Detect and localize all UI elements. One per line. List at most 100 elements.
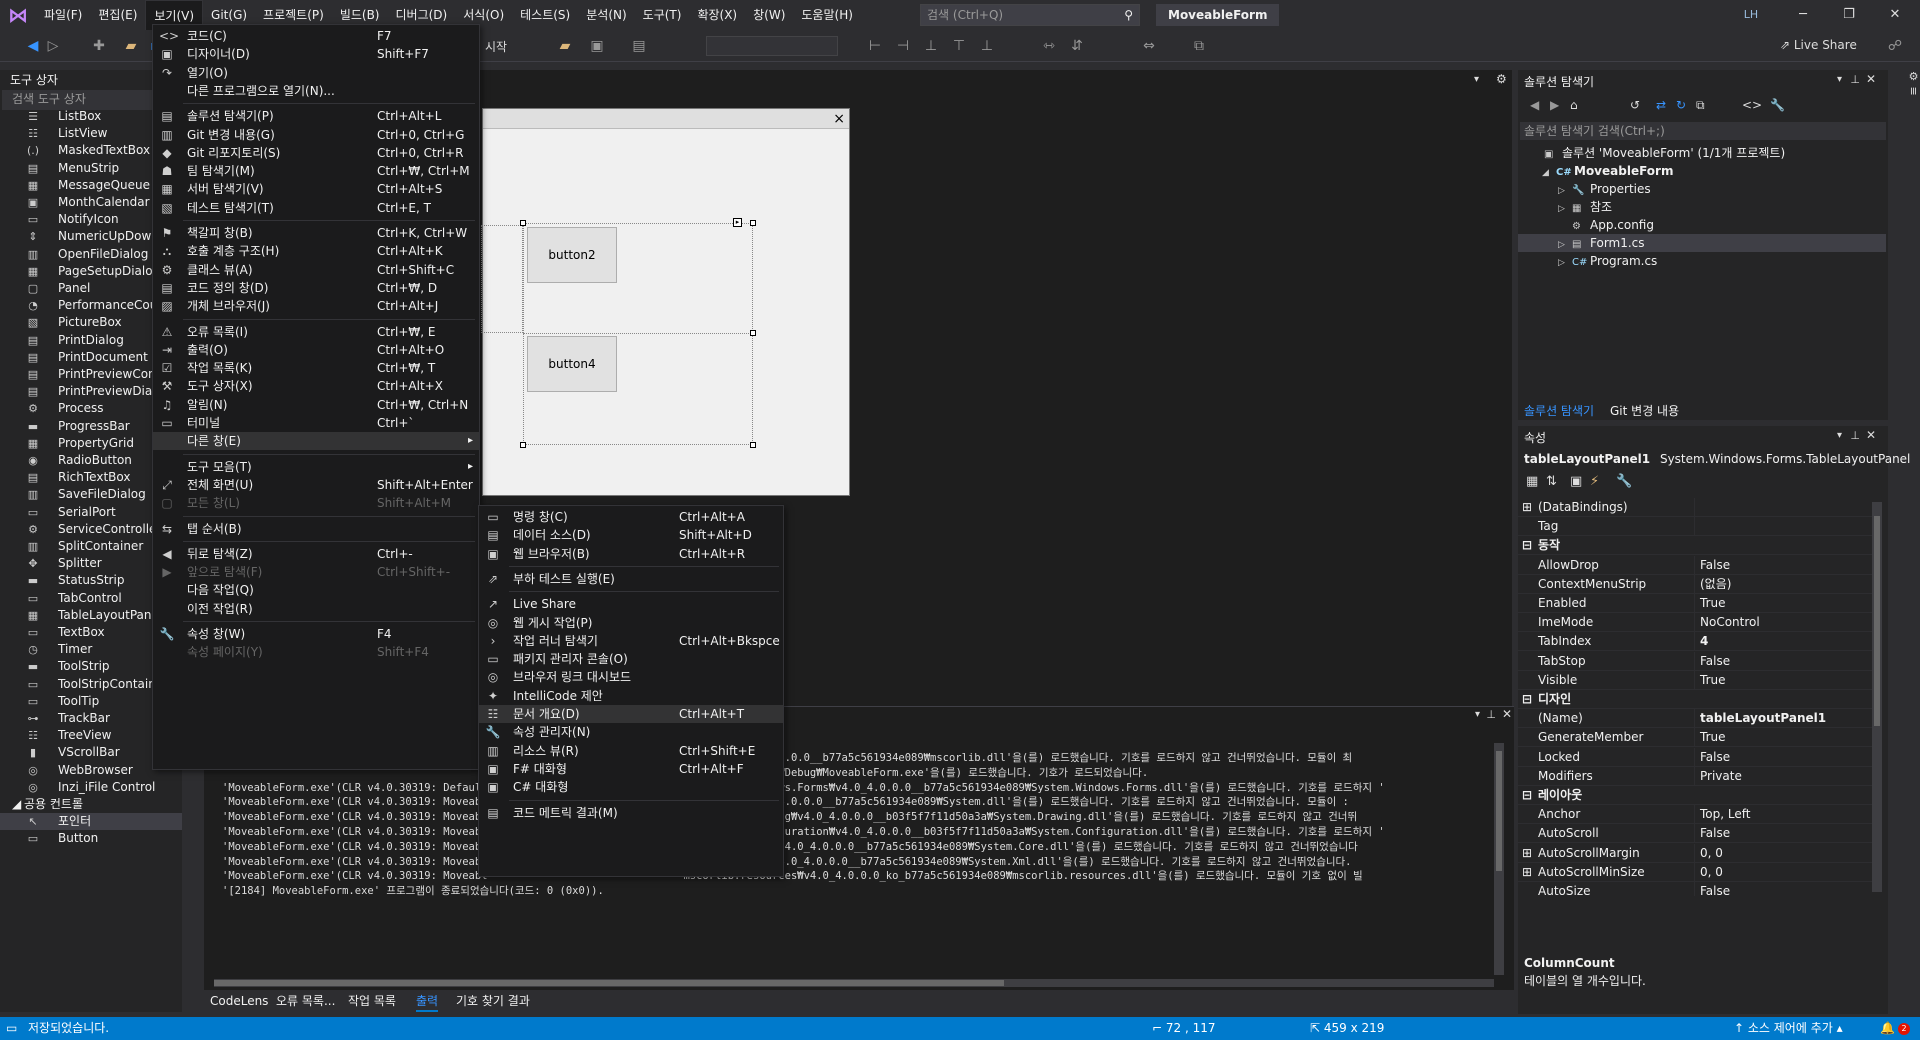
order-icon[interactable]: ⧉ [1190, 37, 1208, 55]
solution-node[interactable]: ▷ C# Program.cs [1518, 252, 1886, 270]
side-toolbar[interactable]: ⚙ ≡ [1894, 70, 1920, 130]
alphabetical-icon[interactable]: ⇅ [1546, 474, 1557, 489]
property-row[interactable]: Locked False [1518, 747, 1873, 767]
panel-dropdown-icon[interactable]: ▾ [1837, 74, 1842, 85]
smart-tag-icon[interactable]: ▸ [733, 218, 742, 227]
menu-item[interactable]: ✦ IntelliCode 제안 [479, 687, 783, 705]
scrollbar-thumb[interactable] [1496, 751, 1502, 871]
align-center-icon[interactable]: ⊣ [894, 37, 912, 55]
property-row[interactable]: Visible True [1518, 670, 1873, 690]
menu-item[interactable]: 확장(X) [689, 0, 745, 30]
menu-item[interactable]: 창(W) [745, 0, 793, 30]
menu-item[interactable]: ◀ 뒤로 탐색(Z) Ctrl+- [153, 545, 479, 563]
menu-item[interactable]: ▤ 코드 정의 창(D) Ctrl+₩, D [153, 279, 479, 297]
maximize-icon[interactable]: ❐ [1826, 0, 1872, 30]
resize-handle[interactable] [750, 330, 756, 336]
property-value[interactable]: False [1700, 652, 1730, 671]
panel-close-icon[interactable]: ✕ [1866, 428, 1876, 442]
menu-item[interactable]: ▤ 데이터 소스(D) Shift+Alt+D [479, 526, 783, 544]
property-row[interactable]: AutoScroll False [1518, 824, 1873, 844]
menu-item[interactable]: ⚠ 오류 목록(I) Ctrl+₩, E [153, 323, 479, 341]
panel-dropdown-icon[interactable]: ▾ [1475, 709, 1480, 720]
menu-item[interactable]: ▭ 명령 창(C) Ctrl+Alt+A [479, 508, 783, 526]
button4[interactable]: button4 [527, 336, 617, 392]
output-tab[interactable]: 작업 목록 [348, 990, 396, 1012]
menu-item[interactable]: ▶ 앞으로 탐색(F) Ctrl+Shift+- [153, 563, 479, 581]
menu-item[interactable]: ▭ 패키지 관리자 콘솔(O) [479, 650, 783, 668]
menu-item[interactable]: ☷ 문서 개요(D) Ctrl+Alt+T [479, 705, 783, 723]
menu-item[interactable]: ⤢ 전체 화면(U) Shift+Alt+Enter [153, 476, 479, 494]
new-project-icon[interactable]: ✚ [90, 37, 108, 55]
expand-box-icon[interactable]: ⊟ [1522, 690, 1532, 709]
property-category[interactable]: ⊟ 디자인 [1518, 690, 1873, 709]
expand-box-icon[interactable]: ⊟ [1522, 786, 1532, 805]
property-value[interactable]: True [1700, 594, 1726, 613]
property-value[interactable]: NoControl [1700, 613, 1760, 632]
menu-item[interactable]: ⇆ 탭 순서(B) [153, 520, 479, 538]
solution-node[interactable]: ▷ ▦ 참조 [1518, 198, 1886, 216]
property-row[interactable]: Modifiers Private [1518, 766, 1873, 786]
vertical-scrollbar[interactable] [1494, 743, 1504, 975]
tab-git-changes[interactable]: Git 변경 내용 [1610, 402, 1679, 419]
property-value[interactable]: False [1700, 824, 1730, 843]
search-box[interactable]: 검색 (Ctrl+Q) ⚲ [920, 4, 1140, 26]
property-value[interactable]: Private [1700, 767, 1742, 786]
expand-box-icon[interactable]: ⊞ [1522, 863, 1532, 882]
resize-handle[interactable] [520, 442, 526, 448]
output-tab[interactable]: 기호 찾기 결과 [456, 990, 530, 1012]
pin-icon[interactable]: ⊥ [1486, 708, 1496, 721]
settings-gear-icon[interactable]: ⚙ [1496, 72, 1507, 86]
format-icon[interactable]: ▤ [630, 37, 648, 55]
menu-item[interactable]: 분석(N) [578, 0, 634, 30]
refresh-icon[interactable]: ↻ [1676, 98, 1686, 112]
scrollbar-thumb[interactable] [214, 980, 1004, 986]
menu-item[interactable]: 속성 페이지(Y) Shift+F4 [153, 643, 479, 661]
solution-node[interactable]: ◢ C# MoveableForm [1518, 162, 1886, 180]
home-icon[interactable]: ⌂ [1570, 98, 1578, 112]
menu-item[interactable]: 도구 모음(T) ▸ [153, 458, 479, 476]
pin-icon[interactable]: ⊥ [1850, 73, 1860, 86]
property-row[interactable]: ⊞ (DataBindings) [1518, 498, 1873, 517]
menu-item[interactable]: 다음 작업(Q) [153, 581, 479, 599]
notification-bell-icon[interactable]: 🔔 [1880, 1017, 1895, 1040]
menu-item[interactable]: ⚒ 도구 상자(X) Ctrl+Alt+X [153, 377, 479, 395]
panel-close-icon[interactable]: ✕ [1866, 72, 1876, 86]
menu-item[interactable]: ▨ 개체 브라우저(J) Ctrl+Alt+J [153, 297, 479, 315]
menu-item[interactable]: ▤ 솔루션 탐색기(P) Ctrl+Alt+L [153, 107, 479, 125]
menu-item[interactable]: › 작업 러너 탐색기 Ctrl+Alt+Bkspce [479, 632, 783, 650]
property-row[interactable]: (Name) tableLayoutPanel1 [1518, 709, 1873, 729]
menu-item[interactable]: ◆ Git 리포지토리(S) Ctrl+0, Ctrl+R [153, 144, 479, 162]
menu-item[interactable]: ▣ C# 대화형 [479, 778, 783, 796]
close-icon[interactable]: ✕ [1872, 0, 1918, 30]
avatar[interactable]: LH [1738, 5, 1764, 25]
property-row[interactable]: TabStop False [1518, 651, 1873, 671]
menu-item[interactable]: ⚙ 클래스 뷰(A) Ctrl+Shift+C [153, 261, 479, 279]
align-left-icon[interactable]: ⊢ [866, 37, 884, 55]
menu-item[interactable]: ▥ 리소스 뷰(R) Ctrl+Shift+E [479, 742, 783, 760]
align-bottom-icon[interactable]: ⊥ [978, 37, 996, 55]
solution-node[interactable]: ▷ ▤ Form1.cs [1518, 234, 1886, 252]
property-value[interactable]: True [1700, 728, 1726, 747]
center-h-icon[interactable]: ⇔ [1140, 37, 1158, 55]
menu-item[interactable]: 🔧 속성 관리자(N) [479, 723, 783, 741]
property-value[interactable]: False [1700, 556, 1730, 575]
tab-dropdown-icon[interactable]: ▾ [1474, 74, 1479, 85]
property-row[interactable]: ContextMenuStrip (없음) [1518, 574, 1873, 594]
menu-item[interactable]: 편집(E) [90, 0, 145, 30]
toolbox-item[interactable]: ▭ Button [0, 830, 182, 847]
menu-item[interactable]: ◎ 웹 게시 작업(P) [479, 614, 783, 632]
scrollbar-thumb[interactable] [1874, 516, 1880, 726]
layout-icon[interactable]: ▣ [588, 37, 606, 55]
menu-item[interactable]: ↗ Live Share [479, 595, 783, 613]
menu-item[interactable]: ⚑ 책갈피 창(B) Ctrl+K, Ctrl+W [153, 224, 479, 242]
source-control-button[interactable]: ↑ 소스 제어에 추가 ▴ [1734, 1017, 1843, 1040]
solution-node[interactable]: ▷ 🔧 Properties [1518, 180, 1886, 198]
pin-icon[interactable]: ⊥ [1850, 429, 1860, 442]
back-icon[interactable]: ◀ [1530, 98, 1539, 112]
property-row[interactable]: AllowDrop False [1518, 555, 1873, 575]
menu-item[interactable]: 다른 창(E) ▸ [153, 432, 479, 451]
spacing-v-icon[interactable]: ⇵ [1068, 37, 1086, 55]
property-row[interactable]: ⊞ AutoScrollMinSize 0, 0 [1518, 862, 1873, 882]
wrench-icon[interactable]: 🔧 [1770, 98, 1785, 112]
collapse-icon[interactable]: ⧉ [1696, 98, 1705, 113]
